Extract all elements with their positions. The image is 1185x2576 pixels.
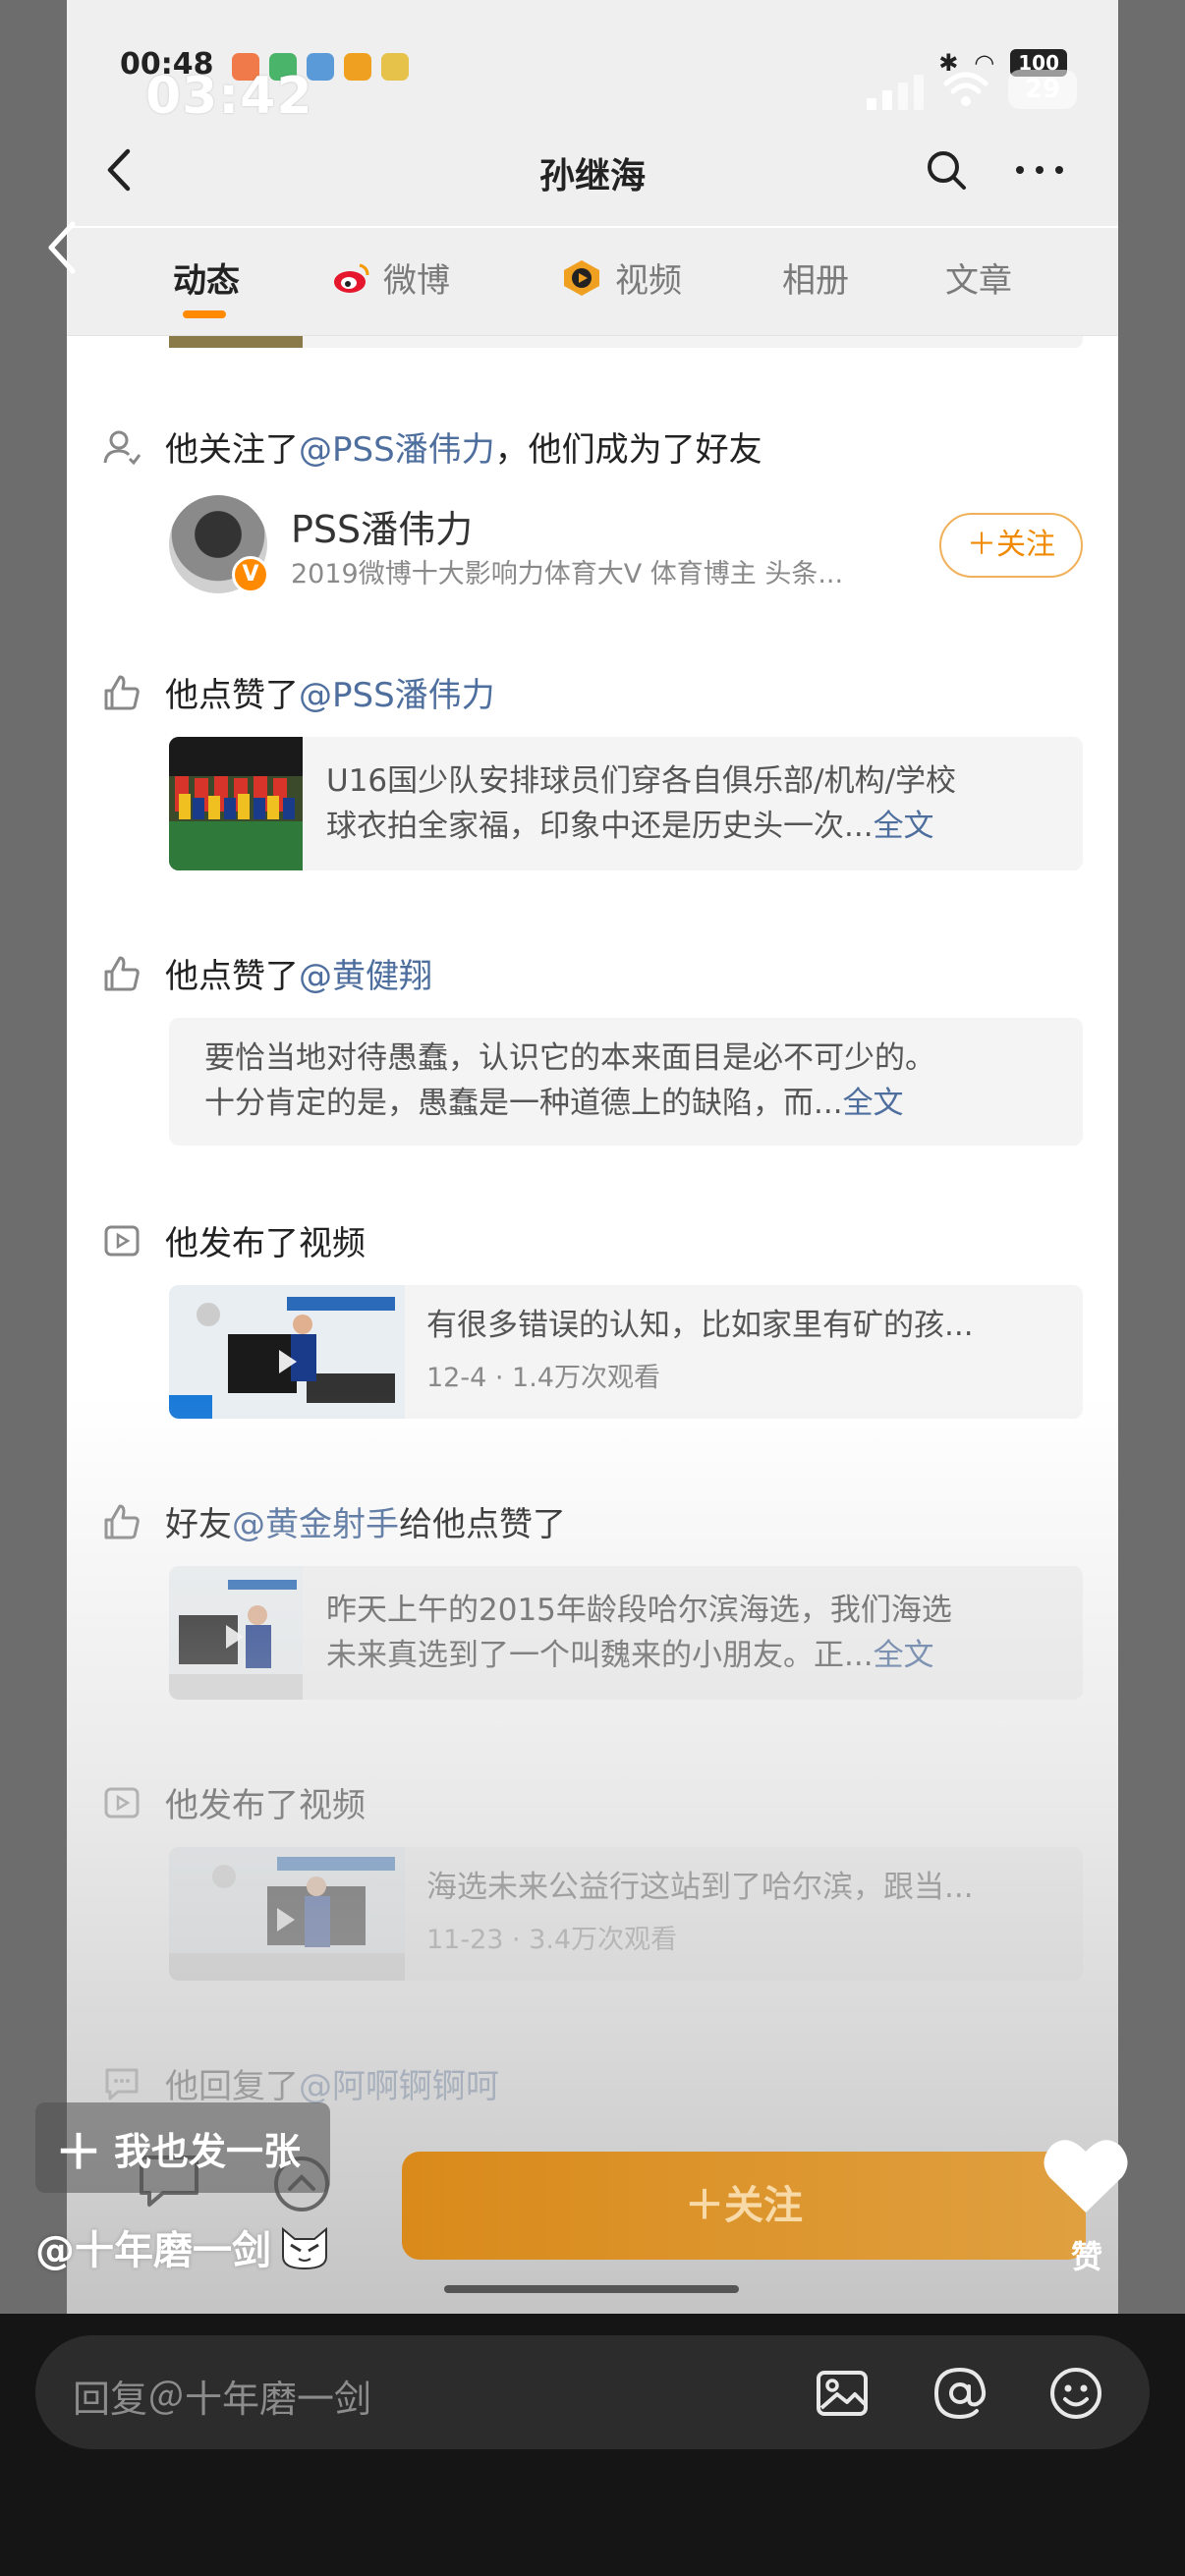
- mention-link[interactable]: @阿啊锕锕呵: [299, 2067, 499, 2106]
- reply-bar: 回复＠十年磨一剑: [0, 2314, 1185, 2576]
- tab-label: 相册: [782, 261, 849, 301]
- reply-placeholder: 回复＠十年磨一剑: [73, 2378, 372, 2421]
- active-tab-underline: [183, 310, 226, 318]
- person-follow-icon: [103, 430, 141, 465]
- feed-item-text: 他发布了视频: [165, 1786, 366, 1825]
- post-too-label: 我也发一张: [114, 2129, 302, 2173]
- search-icon[interactable]: [922, 145, 971, 195]
- video-thumbnail-image: [169, 1847, 405, 1981]
- tab-articles[interactable]: 文章: [945, 253, 1012, 302]
- tab-label: 文章: [945, 261, 1012, 301]
- tab-label: 视频: [615, 261, 682, 301]
- feed-item-header: 好友@黄金射手给他点赞了: [102, 1497, 566, 1545]
- read-more-link[interactable]: 全文: [874, 1638, 934, 1673]
- home-indicator: [444, 2285, 739, 2293]
- video-badge-icon: [564, 259, 599, 296]
- feed-item-text: 好友@黄金射手给他点赞了: [165, 1505, 566, 1544]
- app-notification-icon: [381, 53, 409, 81]
- feed-item-text: 他发布了视频: [165, 1224, 366, 1263]
- battery-indicator: 29: [1008, 70, 1077, 109]
- feed-item-text: 他关注了@PSS潘伟力，他们成为了好友: [165, 430, 762, 470]
- image-icon[interactable]: [814, 2365, 871, 2422]
- video-meta: 12-4 · 1.4万次观看: [426, 1363, 660, 1393]
- video-play-icon: [104, 1787, 140, 1818]
- video-meta: 11-23 · 3.4万次观看: [426, 1925, 678, 1955]
- thumbs-up-icon: [104, 956, 140, 990]
- reply-input[interactable]: 回复＠十年磨一剑: [35, 2335, 1150, 2449]
- cellular-signal-icon: [867, 69, 924, 110]
- tab-label: 微博: [383, 261, 450, 301]
- mention-link[interactable]: @PSS潘伟力: [299, 430, 495, 470]
- like-label: 赞: [1070, 2238, 1102, 2275]
- post-thumbnail-image: [169, 1566, 303, 1700]
- feed-item-text: 他点赞了@黄健翔: [165, 957, 432, 996]
- thumbs-up-icon: [104, 675, 140, 709]
- left-dim-margin: [0, 0, 67, 2314]
- tab-dongtai[interactable]: 动态: [173, 253, 240, 318]
- liked-post-card[interactable]: 昨天上午的2015年龄段哈尔滨海选，我们海选 未来真选到了一个叫魏来的小朋友。正…: [169, 1566, 1083, 1700]
- embedded-screenshot: 00:48 ✱ ◠ 100 孙继海 动态 微博 视频 相册 文章 他关注了@PS…: [67, 0, 1118, 2314]
- post-excerpt: 要恰当地对待愚蠢，认识它的本来面目是必不可少的。 十分肯定的是，愚蠢是一种道德上…: [204, 1040, 935, 1121]
- post-thumbnail-image: [169, 737, 303, 870]
- post-excerpt: 昨天上午的2015年龄段哈尔滨海选，我们海选 未来真选到了一个叫魏来的小朋友。正…: [326, 1593, 952, 1673]
- feed-item-header: 他发布了视频: [102, 1778, 366, 1826]
- video-play-icon: [104, 1225, 140, 1256]
- follow-user-button[interactable]: ＋关注: [939, 513, 1083, 578]
- feed-item-text: 他回复了@阿啊锕锕呵: [165, 2067, 499, 2106]
- follow-button[interactable]: ＋关注: [402, 2152, 1086, 2260]
- feed-item-header: 他点赞了@黄健翔: [102, 949, 432, 997]
- feed-item-header: 他关注了@PSS潘伟力，他们成为了好友: [102, 422, 762, 471]
- user-name[interactable]: PSS潘伟力: [291, 499, 473, 553]
- followed-user-row[interactable]: V PSS潘伟力 2019微博十大影响力体育大V 体育博主 头条... ＋关注: [169, 495, 1083, 603]
- at-mention-icon[interactable]: [931, 2365, 988, 2422]
- wifi-icon: [943, 72, 988, 106]
- liked-post-card[interactable]: 要恰当地对待愚蠢，认识它的本来面目是必不可少的。 十分肯定的是，愚蠢是一种道德上…: [169, 1018, 1083, 1146]
- video-title: 有很多错误的认知，比如家里有矿的孩...: [426, 1308, 974, 1343]
- mention-link[interactable]: @黄健翔: [299, 957, 432, 996]
- mention-link[interactable]: @PSS潘伟力: [299, 676, 495, 715]
- video-card[interactable]: 有很多错误的认知，比如家里有矿的孩... 12-4 · 1.4万次观看: [169, 1285, 1083, 1419]
- feed-item-text: 他点赞了@PSS潘伟力: [165, 676, 495, 715]
- mention-link[interactable]: @黄金射手: [232, 1505, 399, 1544]
- thumbs-up-icon: [104, 1504, 140, 1539]
- status-bar-right: 29: [867, 69, 1077, 110]
- read-more-link[interactable]: 全文: [843, 1086, 904, 1121]
- video-thumbnail-image: [169, 1285, 405, 1419]
- video-card[interactable]: 海选未来公益行这站到了哈尔滨，跟当... 11-23 · 3.4万次观看: [169, 1847, 1083, 1981]
- post-excerpt: U16国少队安排球员们穿各自俱乐部/机构/学校 球衣拍全家福，印象中还是历史头一…: [326, 763, 957, 844]
- outer-back-icon[interactable]: [43, 218, 83, 277]
- status-time: 03:42: [145, 67, 313, 126]
- tab-weibo[interactable]: 微博: [332, 253, 450, 302]
- user-description: 2019微博十大影响力体育大V 体育博主 头条...: [291, 559, 844, 589]
- emoji-icon[interactable]: [1047, 2365, 1104, 2422]
- author-tag[interactable]: @十年磨一剑: [35, 2218, 332, 2275]
- more-icon[interactable]: [1010, 145, 1069, 195]
- weibo-logo-icon: [334, 263, 369, 293]
- read-more-link[interactable]: 全文: [874, 809, 934, 844]
- feed-item-header: 他发布了视频: [102, 1216, 366, 1264]
- heart-icon[interactable]: [1042, 2134, 1130, 2216]
- cat-emoji-icon: [282, 2226, 327, 2270]
- feed-item-header: 他回复了@阿啊锕锕呵: [102, 2059, 499, 2107]
- author-name: @十年磨一剑: [35, 2228, 271, 2273]
- tab-label: 动态: [173, 261, 240, 301]
- previous-card-edge: [169, 336, 1083, 348]
- plus-icon: ＋: [55, 2125, 103, 2180]
- video-title: 海选未来公益行这站到了哈尔滨，跟当...: [426, 1870, 974, 1905]
- comment-icon: [105, 2068, 139, 2100]
- profile-nav-bar: 孙继海: [67, 118, 1118, 226]
- app-notification-icon: [344, 53, 371, 81]
- post-too-button[interactable]: ＋ 我也发一张: [35, 2102, 330, 2193]
- profile-tabs: 动态 微博 视频 相册 文章: [67, 228, 1118, 336]
- feed-item-header: 他点赞了@PSS潘伟力: [102, 668, 495, 716]
- tab-album[interactable]: 相册: [782, 253, 849, 302]
- tab-video[interactable]: 视频: [560, 253, 682, 302]
- liked-post-card[interactable]: U16国少队安排球员们穿各自俱乐部/机构/学校 球衣拍全家福，印象中还是历史头一…: [169, 737, 1083, 870]
- verified-badge-icon: V: [232, 556, 269, 593]
- right-dim-margin: [1118, 0, 1185, 2314]
